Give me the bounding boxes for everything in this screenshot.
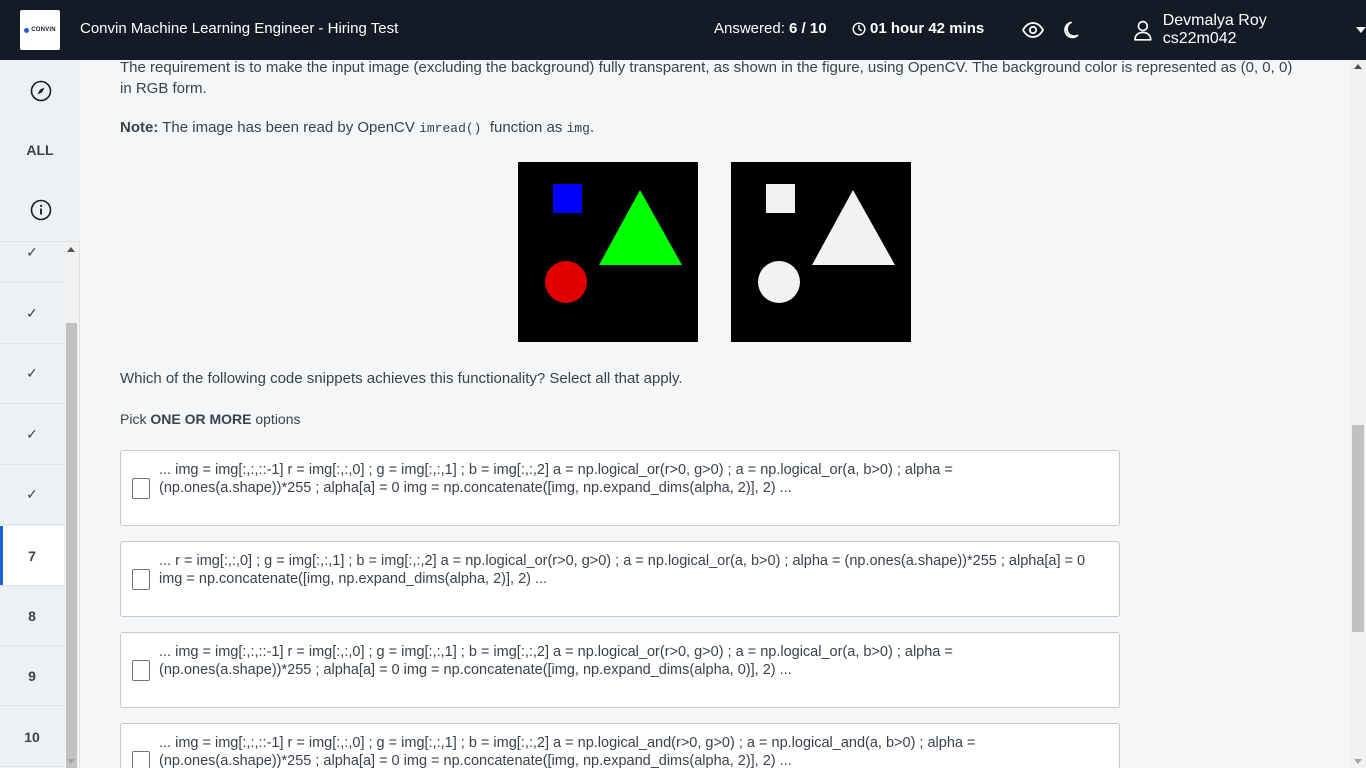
compass-button[interactable] [30,80,52,102]
question-item-10[interactable]: 10 [0,707,64,767]
answered-count: Answered: 6 / 10 [714,20,827,37]
input-shapes-image [518,162,698,342]
question-prompt: Which of the following code snippets ach… [120,370,683,387]
note-label: Note: [120,119,159,136]
chevron-down-icon [1356,27,1366,33]
question-item-9[interactable]: 9 [0,646,64,706]
convin-logo: CONVIN [20,10,60,50]
question-item-8[interactable]: 8 [0,586,64,646]
timer: 01 hour 42 mins [852,20,984,37]
logo-mark-icon [24,27,30,33]
question-item-4[interactable]: ✓ [0,344,64,404]
clock-icon [852,21,866,36]
input-image-figure [518,162,698,342]
sidebar-scroll-thumb[interactable] [66,323,77,768]
content-scroll-up-icon[interactable] [1354,64,1362,69]
question-requirement: The requirement is to make the input ima… [120,60,1293,97]
top-bar: CONVIN Convin Machine Learning Engineer … [0,0,1366,60]
compass-icon [30,80,52,102]
scroll-up-arrow-icon[interactable] [67,247,75,252]
moon-icon [1064,21,1079,39]
option-2-text: ... r = img[:,:,0] ; g = img[:,:,1] ; b … [159,553,1086,587]
all-questions-button[interactable]: ALL [0,142,80,158]
pick-instruction: Pick ONE OR MORE options [120,411,301,427]
pick-bold: ONE OR MORE [150,411,252,427]
scroll-down-arrow-icon[interactable] [67,759,75,764]
test-title: Convin Machine Learning Engineer - Hirin… [80,20,399,37]
content-scroll-thumb[interactable] [1352,425,1364,632]
content-scroll-down-icon[interactable] [1354,759,1362,764]
option-1-text: ... img = img[:,:,::-1] r = img[:,:,0] ;… [159,462,953,496]
user-menu[interactable]: Devmalya Roy cs22m042 [1133,12,1366,47]
question-sidebar: ALL ✓ ✓ ✓ ✓ ✓ 7 8 9 10 [0,60,80,768]
sidebar-scrollbar[interactable] [64,243,79,768]
pick-suffix: options [255,411,301,427]
dark-mode-button[interactable] [1062,19,1084,41]
option-3[interactable]: ... img = img[:,:,::-1] r = img[:,:,0] ;… [120,632,1120,708]
note-code-imread: imread() [419,121,482,136]
sidebar-top: ALL [0,60,80,242]
eye-icon [1021,22,1045,38]
info-icon [30,199,52,221]
info-button[interactable] [30,199,52,221]
output-mask-figure [731,162,911,342]
pick-prefix: Pick [120,411,147,427]
question-content: The requirement is to make the input ima… [80,60,1350,768]
option-1-checkbox[interactable] [132,478,150,499]
option-2-checkbox[interactable] [132,569,150,590]
output-mask-image [731,162,911,342]
user-name: Devmalya Roy cs22m042 [1162,12,1267,47]
option-4-checkbox[interactable] [132,751,150,768]
option-1[interactable]: ... img = img[:,:,::-1] r = img[:,:,0] ;… [120,450,1120,526]
option-3-checkbox[interactable] [132,660,150,681]
question-item-2[interactable]: ✓ [0,243,64,283]
view-toggle-button[interactable] [1021,19,1045,41]
question-note: Note: The image has been read by OpenCV … [120,119,594,136]
question-list: ✓ ✓ ✓ ✓ ✓ 7 8 9 10 [0,243,64,768]
note-code-img: img [566,121,590,136]
answered-value: 6 / 10 [789,20,827,37]
option-3-text: ... img = img[:,:,::-1] r = img[:,:,0] ;… [159,644,953,678]
option-2[interactable]: ... r = img[:,:,0] ; g = img[:,:,1] ; b … [120,541,1120,617]
question-item-3[interactable]: ✓ [0,284,64,344]
note-period: . [589,119,595,136]
question-item-6[interactable]: ✓ [0,465,64,525]
option-4-text: ... img = img[:,:,::-1] r = img[:,:,0] ;… [159,735,976,768]
option-4[interactable]: ... img = img[:,:,::-1] r = img[:,:,0] ;… [120,723,1120,768]
timer-text: 01 hour 42 mins [870,20,985,37]
logo-text: CONVIN [31,27,56,33]
note-text-2: function as [489,119,563,136]
question-item-5[interactable]: ✓ [0,405,64,465]
answered-label: Answered: [714,20,785,37]
note-text: The image has been read by OpenCV [162,119,415,136]
question-item-7[interactable]: 7 [0,526,64,586]
user-icon [1134,20,1152,41]
content-scrollbar[interactable] [1350,60,1366,768]
